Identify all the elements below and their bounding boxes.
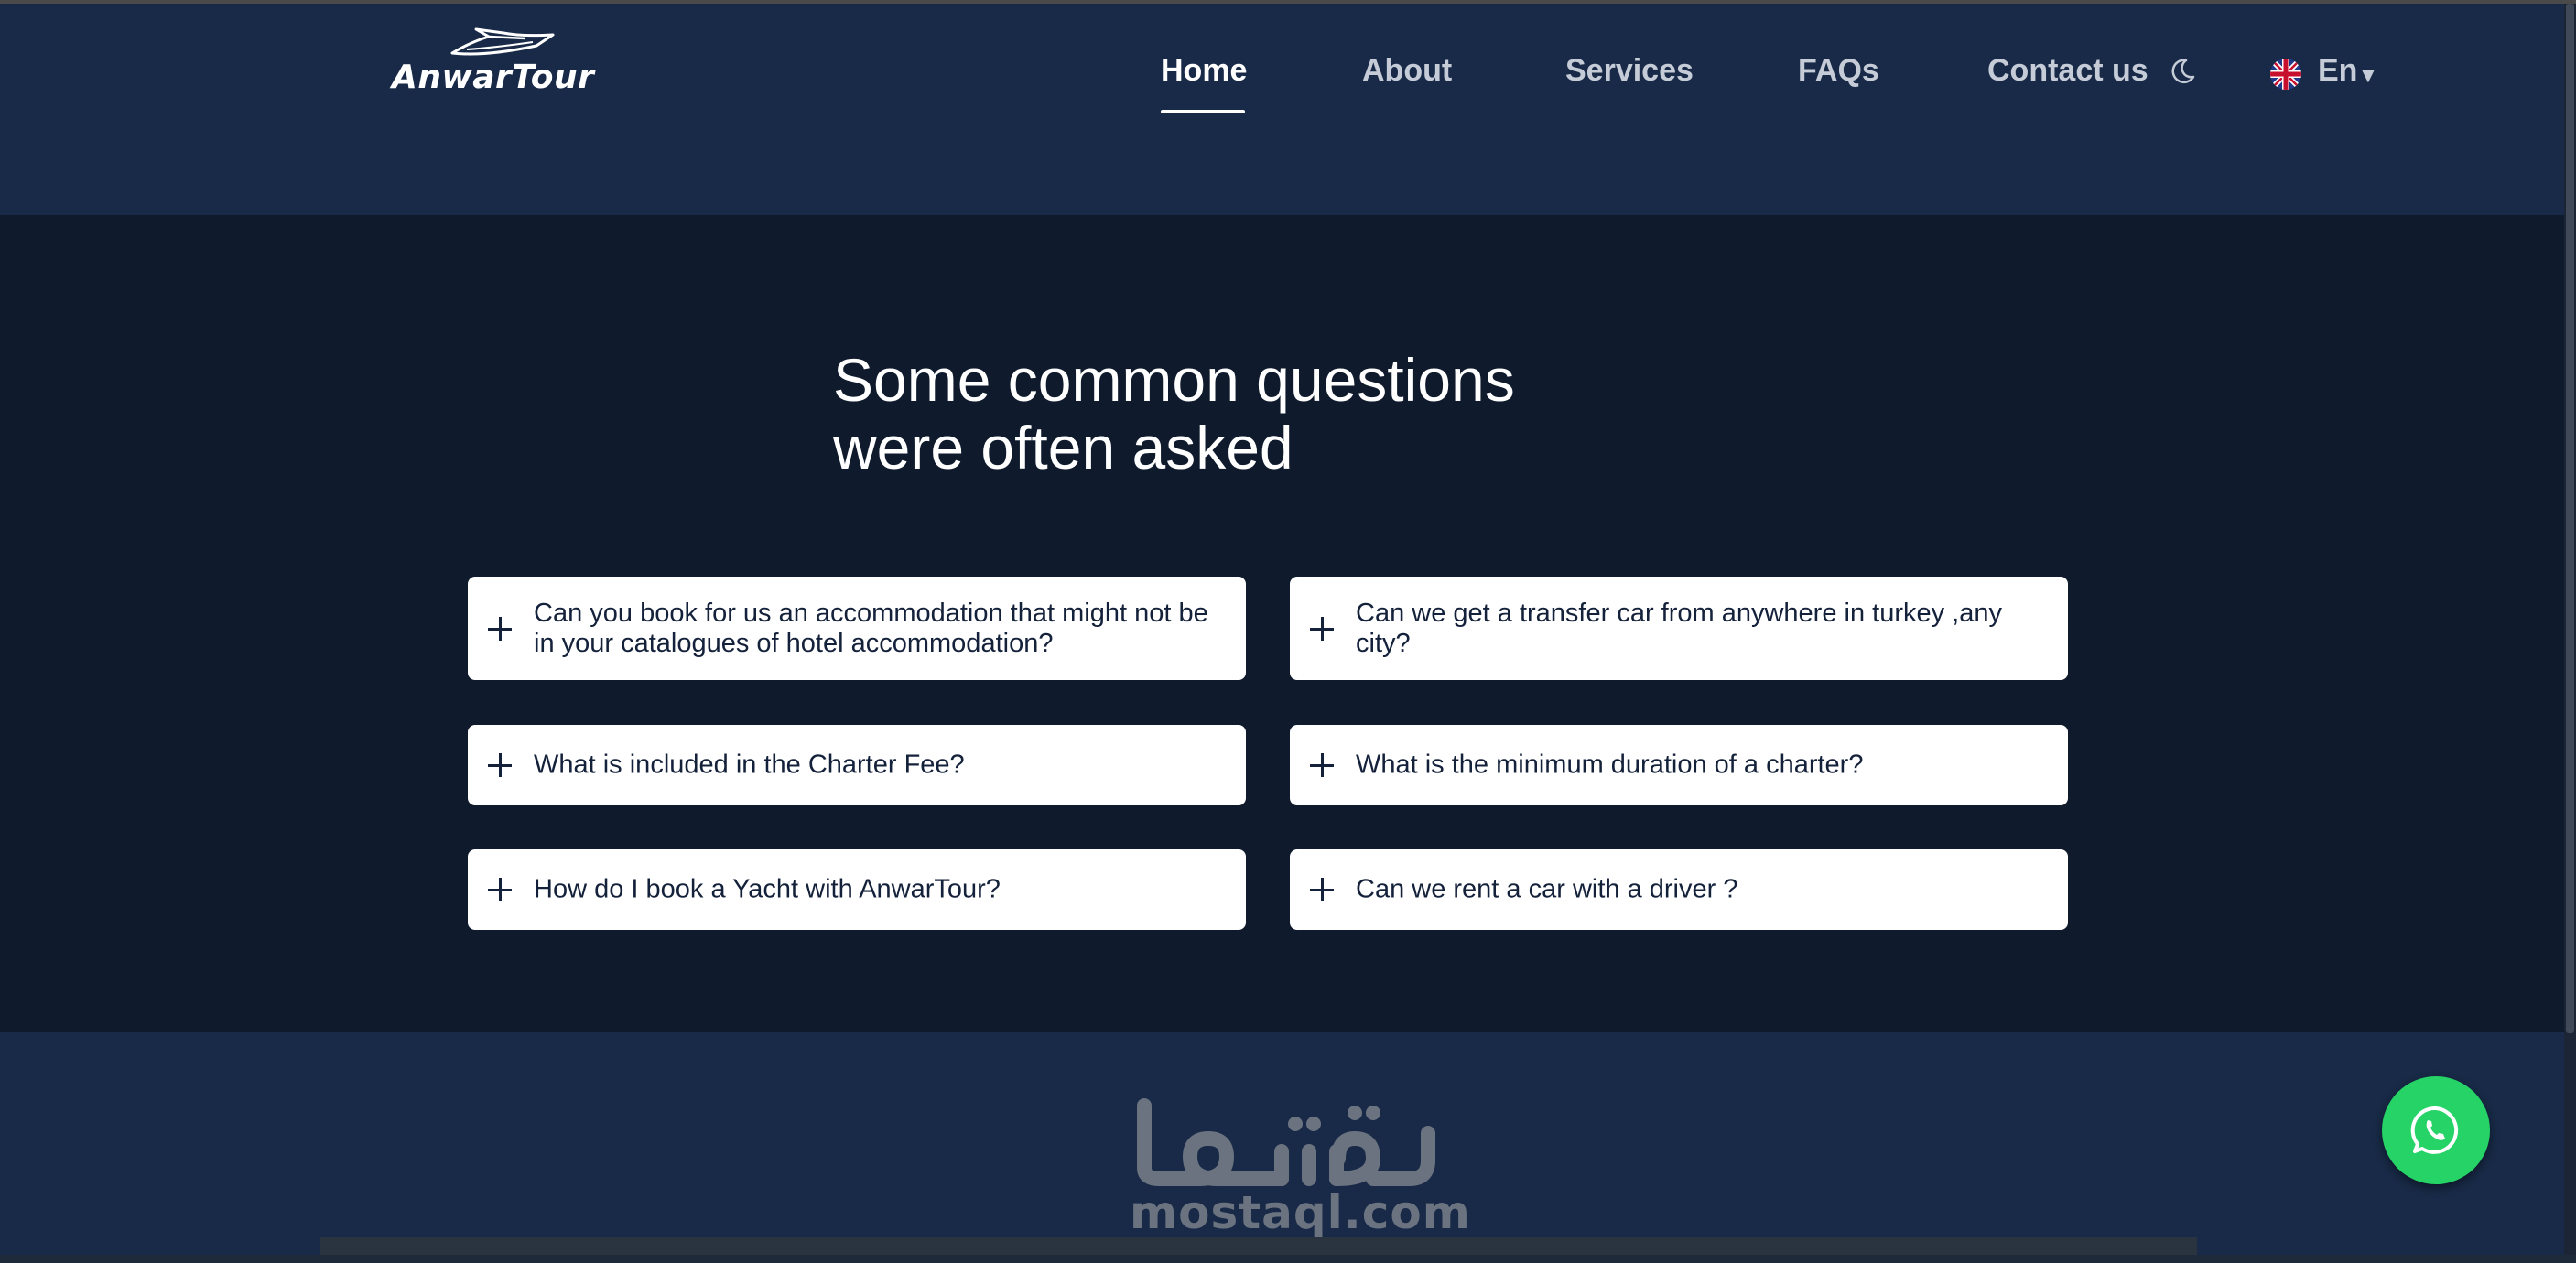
faq-question: What is included in the Charter Fee? <box>534 750 965 780</box>
faq-item[interactable]: How do I book a Yacht with AnwarTour? <box>468 849 1246 930</box>
plus-icon <box>1310 878 1334 901</box>
uk-flag-icon <box>2270 59 2301 90</box>
bottom-edge-bar <box>0 1255 2576 1263</box>
vertical-scrollbar[interactable] <box>2564 4 2576 1263</box>
chevron-down-icon: ▼ <box>2362 66 2375 85</box>
nav-home[interactable]: Home <box>1161 53 1247 89</box>
faq-item[interactable]: What is included in the Charter Fee? <box>468 725 1246 805</box>
site-logo[interactable]: AnwarTour <box>392 26 602 101</box>
nav-about[interactable]: About <box>1362 53 1452 89</box>
faq-question: Can we get a transfer car from anywhere … <box>1356 598 2002 658</box>
faq-item[interactable]: What is the minimum duration of a charte… <box>1290 725 2068 805</box>
nav-active-indicator <box>1161 110 1245 113</box>
faq-question: Can we rent a car with a driver ? <box>1356 874 1738 904</box>
language-label: En <box>2318 53 2358 88</box>
yacht-logo-icon <box>450 27 555 56</box>
faq-section: Some common questions were often asked C… <box>0 215 2576 1032</box>
scrollbar-thumb[interactable] <box>2566 4 2574 1033</box>
whatsapp-icon <box>2410 1106 2459 1154</box>
faq-item[interactable]: Can we get a transfer car from anywhere … <box>1290 577 2068 680</box>
nav-services[interactable]: Services <box>1565 53 1694 89</box>
faq-item[interactable]: Can you book for us an accommodation tha… <box>468 577 1246 680</box>
plus-icon <box>488 878 512 901</box>
faq-question: What is the minimum duration of a charte… <box>1356 750 1864 780</box>
mostaql-latin-text: mostaql.com <box>1130 1186 1471 1239</box>
faq-title-line1: Some common questions <box>833 346 1515 414</box>
faq-question: How do I book a Yacht with AnwarTour? <box>534 874 1001 904</box>
brand-name: AnwarTour <box>392 59 595 96</box>
mostaql-arabic-logo <box>1137 1098 1435 1186</box>
site-header: AnwarTour Home About Services FAQs Conta… <box>0 4 2576 215</box>
faq-item[interactable]: Can we rent a car with a driver ? <box>1290 849 2068 930</box>
plus-icon <box>488 616 512 641</box>
whatsapp-button[interactable] <box>2382 1076 2490 1184</box>
plus-icon <box>1310 616 1334 641</box>
plus-icon <box>488 753 512 777</box>
nav-contact[interactable]: Contact us <box>1987 53 2148 89</box>
site-footer: mostaql.com <box>0 1032 2576 1263</box>
moon-icon[interactable] <box>2168 57 2197 86</box>
faq-question: Can you book for us an accommodation tha… <box>534 598 1208 658</box>
plus-icon <box>1310 753 1334 777</box>
faq-title-line2: were often asked <box>833 414 1293 481</box>
nav-faqs[interactable]: FAQs <box>1798 53 1879 89</box>
mostaql-watermark: mostaql.com <box>1126 1087 1470 1243</box>
faq-title: Some common questions were often asked <box>833 346 1657 481</box>
